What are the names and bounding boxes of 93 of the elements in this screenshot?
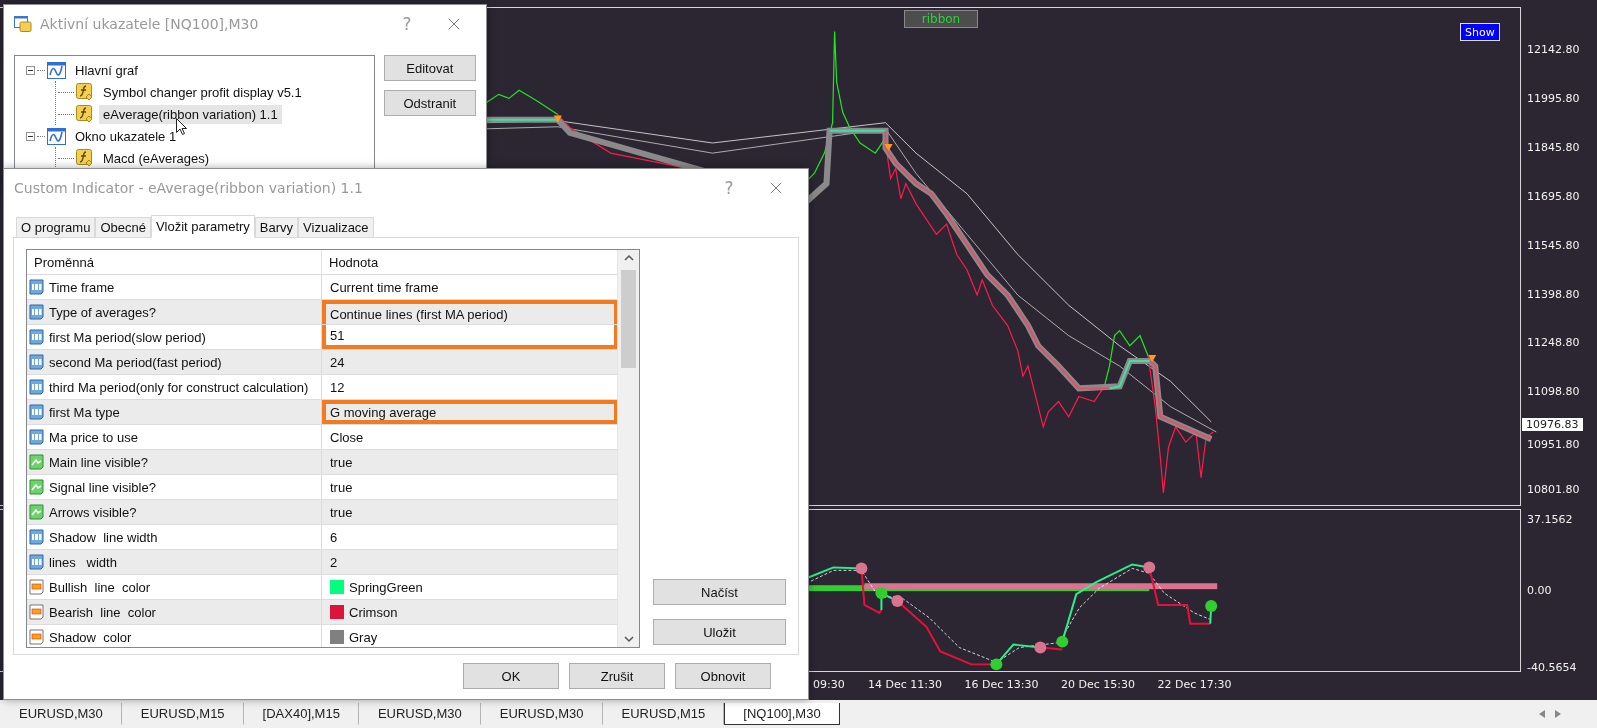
time-label: 22 Dec 17:30 xyxy=(1157,678,1232,692)
scroll-thumb[interactable] xyxy=(621,270,636,368)
indicators-window-icon xyxy=(14,16,32,32)
param-name: first Ma period(slow period) xyxy=(49,329,206,345)
tab[interactable]: O programu xyxy=(16,217,96,237)
param-name: Main line visible? xyxy=(49,454,148,470)
param-name: Shadow line width xyxy=(49,529,158,545)
price-label: 11995.80 xyxy=(1527,91,1580,105)
price-label: 10801.80 xyxy=(1527,483,1580,497)
chart-window-icon xyxy=(47,61,66,79)
indicator-value-label: 37.1562 xyxy=(1527,513,1573,526)
tab[interactable]: Vložit parametry xyxy=(150,215,255,238)
current-price-label: 10976.83 xyxy=(1522,418,1583,431)
param-name: Time frame xyxy=(49,279,115,295)
param-value[interactable]: 12 xyxy=(322,375,618,399)
param-value[interactable]: 24 xyxy=(322,350,618,374)
tree-item[interactable]: Hlavní graf xyxy=(71,60,142,80)
param-name: Signal line visible? xyxy=(49,479,156,495)
arrow-marker xyxy=(553,115,562,123)
param-name: third Ma period(only for construct calculation) xyxy=(49,379,309,395)
dialog-button[interactable]: OK xyxy=(463,663,559,689)
symbol-tab[interactable]: [NQ100],M30 xyxy=(724,703,840,725)
function-icon xyxy=(76,105,94,123)
tree-item[interactable]: eAverage(ribbon variation) 1.1 xyxy=(99,104,282,124)
symbol-tab[interactable]: [DAX40],M15 xyxy=(243,703,359,725)
number-icon xyxy=(29,354,44,370)
collapse-icon[interactable] xyxy=(26,65,35,75)
symbol-tab[interactable]: EURUSD,M30 xyxy=(480,703,603,725)
param-value[interactable]: Crimson xyxy=(322,600,618,624)
price-label: 10951.80 xyxy=(1527,438,1580,452)
indicator-value-label: -40.5654 xyxy=(1527,661,1577,674)
dialog-button[interactable]: Zrušit xyxy=(569,663,665,689)
param-name: Type of averages? xyxy=(49,304,156,320)
param-value[interactable]: G moving average xyxy=(322,400,618,424)
tree-item[interactable]: Macd (eAverages) xyxy=(99,148,213,168)
dialog-button[interactable]: Editovat xyxy=(383,55,476,81)
tree-item[interactable]: Symbol changer profit display v5.1 xyxy=(99,82,306,102)
param-name: first Ma type xyxy=(49,404,120,420)
dialog-button[interactable]: Odstranit xyxy=(383,90,476,116)
symbol-tab[interactable]: EURUSD,M30 xyxy=(0,703,122,725)
scroll-left-icon[interactable] xyxy=(1539,710,1545,718)
price-label: 11398.80 xyxy=(1527,287,1580,301)
number-icon xyxy=(29,404,44,420)
arrow-marker xyxy=(884,144,893,152)
price-label: 11545.80 xyxy=(1527,238,1580,252)
param-name: Shadow color xyxy=(49,629,132,645)
dialog-button[interactable]: Načíst xyxy=(653,579,786,605)
scroll-right-icon[interactable] xyxy=(1555,710,1561,718)
indicator-value-label: 0.00 xyxy=(1527,584,1552,597)
tab[interactable]: Barvy xyxy=(254,217,299,237)
time-label: 09:30 xyxy=(813,678,845,692)
arrow-marker xyxy=(1148,354,1157,363)
param-name: Bearish line color xyxy=(49,604,156,620)
param-value[interactable]: 2 xyxy=(322,550,618,574)
price-label: 11695.80 xyxy=(1527,189,1580,203)
price-label: 11845.80 xyxy=(1527,140,1580,154)
time-label: 16 Dec 13:30 xyxy=(964,678,1039,692)
tab[interactable]: Obecné xyxy=(95,217,151,237)
show-button[interactable]: Show xyxy=(1460,23,1500,41)
param-name: Arrows visible? xyxy=(49,504,137,520)
tab[interactable]: Vizualizace xyxy=(298,217,374,237)
param-name: lines width xyxy=(49,554,117,570)
indicator-label: ribbon xyxy=(904,10,978,28)
function-icon xyxy=(76,83,94,101)
param-value[interactable]: Gray xyxy=(322,625,618,647)
window-title: Custom Indicator - eAverage(ribbon variation) 1.1 xyxy=(14,179,364,196)
number-icon xyxy=(29,304,44,320)
time-label: 14 Dec 11:30 xyxy=(868,678,942,692)
time-label: 20 Dec 15:30 xyxy=(1061,678,1135,692)
param-value[interactable]: true xyxy=(322,475,618,499)
collapse-icon[interactable] xyxy=(26,131,35,141)
param-name: Bullish line color xyxy=(49,579,151,595)
param-value[interactable]: Current time frame xyxy=(322,275,618,299)
tree-item[interactable]: Okno ukazatele 1 xyxy=(71,126,181,146)
param-value[interactable]: SpringGreen xyxy=(322,575,618,599)
dialog-button[interactable]: Obnovit xyxy=(675,663,771,689)
param-value[interactable]: Close xyxy=(322,425,618,449)
color-icon xyxy=(29,604,44,620)
window-title: Aktivní ukazatele [NQ100],M30 xyxy=(40,16,260,32)
param-value[interactable]: 6 xyxy=(322,525,618,549)
price-label: 11098.80 xyxy=(1527,385,1580,399)
price-label: 12142.80 xyxy=(1527,43,1580,56)
number-icon xyxy=(29,554,44,570)
param-value[interactable]: true xyxy=(322,450,618,474)
price-label: 11248.80 xyxy=(1527,336,1580,350)
param-name: Ma price to use xyxy=(49,429,138,445)
dialog-button[interactable]: Uložit xyxy=(653,619,786,645)
chart-window-icon xyxy=(47,127,66,145)
param-name: second Ma period(fast period) xyxy=(49,354,222,370)
symbol-tab[interactable]: EURUSD,M30 xyxy=(358,703,481,725)
symbol-tab[interactable]: EURUSD,M15 xyxy=(121,703,244,725)
param-value[interactable]: true xyxy=(322,500,618,524)
function-icon xyxy=(76,149,94,167)
